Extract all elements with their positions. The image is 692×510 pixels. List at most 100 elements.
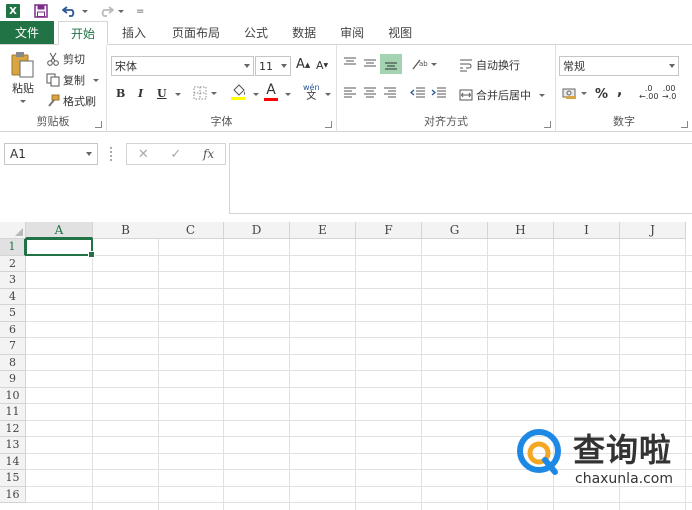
row-header-3[interactable]: 3 (0, 272, 26, 289)
active-cell-a1[interactable] (25, 238, 95, 258)
font-color-button[interactable]: A (264, 83, 278, 101)
undo-icon[interactable] (62, 2, 78, 20)
grow-font-button[interactable]: A ▲ (296, 57, 310, 72)
decrease-decimal-button[interactable]: .00 →.0 (662, 85, 676, 101)
tab-home[interactable]: 开始 (58, 21, 109, 45)
align-top-button[interactable] (343, 57, 357, 69)
font-color-dropdown-icon[interactable] (282, 93, 291, 96)
tab-view[interactable]: 视图 (376, 21, 424, 44)
paste-dropdown-icon[interactable] (20, 100, 26, 103)
fill-color-dropdown-icon[interactable] (250, 93, 259, 96)
row-header-11[interactable]: 11 (0, 404, 26, 421)
row-header-8[interactable]: 8 (0, 354, 26, 371)
orientation-button[interactable]: ab (412, 57, 437, 71)
increase-indent-button[interactable] (431, 87, 447, 99)
merge-center-label: 合并后居中 (476, 89, 531, 102)
alignment-launcher-icon[interactable] (544, 121, 551, 128)
row-header-7[interactable]: 7 (0, 338, 26, 355)
clipboard-launcher-icon[interactable] (95, 121, 102, 128)
decrease-indent-button[interactable] (410, 87, 426, 99)
redo-icon[interactable] (98, 2, 114, 20)
merge-dropdown-icon[interactable] (539, 93, 545, 97)
column-header-b[interactable]: B (93, 222, 159, 239)
underline-button[interactable]: U (157, 87, 167, 100)
align-center-button[interactable] (363, 87, 377, 99)
copy-dropdown-icon[interactable] (93, 78, 99, 82)
align-left-button[interactable] (343, 87, 357, 99)
insert-function-icon[interactable]: fx (203, 147, 214, 161)
row-header-13[interactable]: 13 (0, 437, 26, 454)
number-format-select[interactable]: 常规 (559, 56, 679, 76)
gridline-horizontal (26, 419, 692, 421)
row-header-14[interactable]: 14 (0, 453, 26, 470)
formula-input[interactable] (229, 143, 692, 214)
tab-insert[interactable]: 插入 (108, 21, 160, 44)
row-header-2[interactable]: 2 (0, 255, 26, 272)
column-header-e[interactable]: E (290, 222, 356, 239)
gridline-horizontal (26, 353, 692, 355)
redo-dropdown-icon[interactable] (115, 2, 124, 20)
column-header-c[interactable]: C (158, 222, 224, 239)
column-header-a[interactable]: A (26, 222, 93, 239)
row-header-5[interactable]: 5 (0, 305, 26, 322)
phonetic-guide-button[interactable]: wén 文 (303, 83, 320, 102)
wrap-text-button[interactable]: 自动换行 (459, 57, 520, 73)
align-middle-button[interactable] (363, 57, 377, 69)
row-header-15[interactable]: 15 (0, 470, 26, 487)
number-launcher-icon[interactable] (681, 121, 688, 128)
row-header-6[interactable]: 6 (0, 321, 26, 338)
column-header-g[interactable]: G (422, 222, 488, 239)
fill-color-button[interactable] (231, 84, 247, 100)
cancel-icon[interactable]: ✕ (138, 147, 149, 162)
row-header-9[interactable]: 9 (0, 371, 26, 388)
currency-icon (562, 88, 576, 99)
tab-formulas[interactable]: 公式 (232, 21, 280, 44)
align-right-button[interactable] (383, 87, 397, 99)
format-painter-button[interactable]: 格式刷 (46, 93, 96, 109)
align-center-icon (364, 87, 376, 98)
column-header-f[interactable]: F (356, 222, 422, 239)
tab-file[interactable]: 文件 (0, 21, 54, 44)
font-family-select[interactable]: 宋体 (111, 56, 254, 76)
italic-button[interactable]: I (138, 87, 143, 100)
borders-button[interactable] (193, 86, 217, 100)
increase-decimal-button[interactable]: .0 ←.00 (639, 85, 658, 101)
tab-data[interactable]: 数据 (280, 21, 328, 44)
bold-button[interactable]: B (116, 87, 125, 100)
align-bottom-button[interactable] (380, 54, 402, 74)
paste-button[interactable]: 粘贴 (8, 51, 38, 103)
comma-button[interactable]: , (617, 83, 622, 99)
select-all-button[interactable] (0, 222, 26, 239)
customize-qat-icon[interactable]: = (136, 2, 144, 20)
phonetic-dropdown-icon[interactable] (322, 93, 331, 96)
row-header-12[interactable]: 12 (0, 420, 26, 437)
underline-dropdown-icon[interactable] (172, 93, 181, 96)
formula-bar-grip-icon[interactable] (110, 147, 112, 161)
row-header-1[interactable]: 1 (0, 239, 26, 256)
wrap-text-label: 自动换行 (476, 59, 520, 72)
name-box-dropdown-icon[interactable] (86, 152, 92, 156)
undo-dropdown-icon[interactable] (79, 2, 88, 20)
enter-icon[interactable]: ✓ (170, 147, 181, 162)
font-launcher-icon[interactable] (325, 121, 332, 128)
align-bottom-icon (385, 62, 397, 70)
column-header-d[interactable]: D (224, 222, 290, 239)
row-header-16[interactable]: 16 (0, 486, 26, 503)
percent-button[interactable]: % (595, 87, 608, 102)
tab-page-layout[interactable]: 页面布局 (160, 21, 232, 44)
row-header-10[interactable]: 10 (0, 387, 26, 404)
column-header-h[interactable]: H (488, 222, 554, 239)
font-size-select[interactable]: 11 (255, 56, 291, 76)
column-header-j[interactable]: J (620, 222, 686, 239)
copy-button[interactable]: 复制 (46, 72, 99, 88)
column-header-i[interactable]: I (554, 222, 620, 239)
accounting-format-button[interactable] (562, 86, 587, 100)
save-icon[interactable] (34, 2, 48, 20)
row-header-4[interactable]: 4 (0, 288, 26, 305)
merge-center-button[interactable]: 合并后居中 (459, 87, 545, 103)
shrink-font-button[interactable]: A ▼ (316, 59, 328, 72)
name-box[interactable]: A1 (4, 143, 98, 165)
watermark: 查询啦 chaxunla.com (515, 425, 685, 495)
tab-review[interactable]: 审阅 (328, 21, 376, 44)
cut-button[interactable]: 剪切 (46, 51, 85, 67)
